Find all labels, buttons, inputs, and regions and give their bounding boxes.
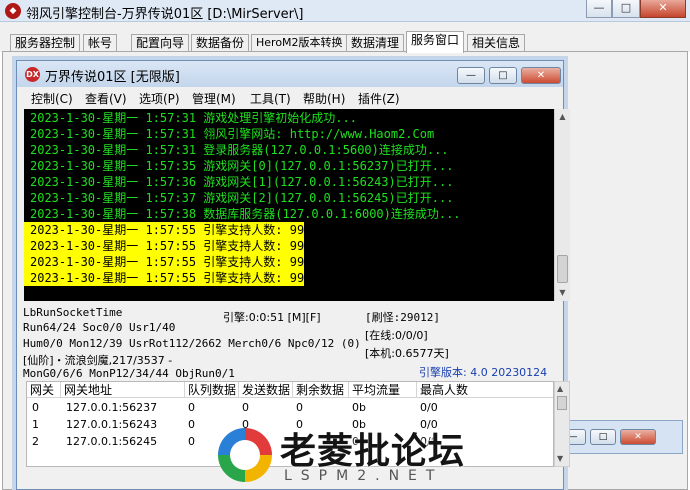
watermark-logo-icon (218, 428, 272, 482)
log-line: 2023-1-30-星期一 1:57:31 翎风引擎网站: http://www… (30, 127, 435, 141)
cell-remain: 0 (296, 401, 303, 414)
tab-herom2-convert[interactable]: HeroM2版本转换 (251, 34, 348, 52)
local-uptime: [本机:0.6577天] (365, 347, 449, 360)
cell-avg-traffic: 0b (352, 401, 366, 414)
menu-manage[interactable]: 管理(M) (192, 90, 236, 107)
tab-service-window[interactable]: 服务窗口 (406, 31, 465, 53)
log-line: 2023-1-30-星期一 1:57:31 游戏处理引擎初始化成功... (30, 111, 357, 125)
cell-queue: 0 (188, 435, 195, 448)
tab-config-wizard[interactable]: 配置向导 (131, 34, 190, 52)
log-line: 2023-1-30-星期一 1:57:38 数据库服务器(127.0.0.1:6… (30, 207, 461, 221)
log-line-highlighted: 2023-1-30-星期一 1:57:55 引擎支持人数: 99 (24, 238, 305, 254)
watermark-subtitle: LSPM2.NET (284, 468, 444, 484)
engine-time: 引擎:0:0:51 [M][F] (223, 311, 321, 324)
bg-window-close-button[interactable]: ✕ (620, 429, 656, 445)
server-minimize-button[interactable]: — (457, 67, 485, 84)
main-tab-bar: 服务器控制 帐号 配置向导 数据备份 HeroM2版本转换 数据清理 服务窗口 … (0, 22, 690, 53)
menu-tools[interactable]: 工具(T) (250, 90, 291, 107)
app-logo-icon: ◆ (5, 3, 21, 19)
mon-stats: MonG0/6/6 MonP12/34/44 ObjRun0/1 (23, 367, 235, 380)
bg-window-maximize-button[interactable]: □ (590, 429, 616, 445)
app-title: 翎风引擎控制台-万界传说01区 [D:\MirServer\] (26, 7, 304, 22)
cell-gateway: 0 (32, 401, 39, 414)
cell-address: 127.0.0.1:56243 (66, 418, 158, 431)
log-line: 2023-1-30-星期一 1:57:36 游戏网关[1](127.0.0.1:… (30, 175, 454, 189)
col-header-remain[interactable]: 剩余数据 (293, 382, 349, 398)
log-line: 2023-1-30-星期一 1:57:37 游戏网关[2](127.0.0.1:… (30, 191, 454, 205)
col-header-max-users[interactable]: 最高人数 (417, 382, 553, 398)
menu-bar: 控制(C) 查看(V) 选项(P) 管理(M) 工具(T) 帮助(H) 插件(Z… (17, 88, 563, 108)
cell-address: 127.0.0.1:56245 (66, 435, 158, 448)
log-line-highlighted: 2023-1-30-星期一 1:57:55 引擎支持人数: 99 (24, 270, 305, 286)
menu-help[interactable]: 帮助(H) (303, 90, 345, 107)
watermark-title: 老菱批论坛 (280, 431, 466, 472)
hum-stats: Hum0/0 Mon12/39 UsrRot112/2662 Merch0/6 … (23, 337, 361, 350)
log-line-highlighted: 2023-1-30-星期一 1:57:55 引擎支持人数: 99 (24, 254, 305, 270)
tab-server-control[interactable]: 服务器控制 (10, 34, 81, 52)
close-button[interactable]: ✕ (640, 0, 686, 18)
log-line-highlighted: 2023-1-30-星期一 1:57:55 引擎支持人数: 99 (24, 222, 305, 238)
col-header-address[interactable]: 网关地址 (61, 382, 185, 398)
tab-data-backup[interactable]: 数据备份 (191, 34, 250, 52)
server-window-titlebar: DX 万界传说01区 [无限版] — □ ✕ (17, 61, 563, 87)
scroll-up-icon[interactable]: ▲ (557, 384, 563, 393)
menu-view[interactable]: 查看(V) (85, 90, 127, 107)
dx-logo-icon: DX (25, 67, 40, 82)
cell-queue: 0 (188, 418, 195, 431)
menu-plugins[interactable]: 插件(Z) (358, 90, 400, 107)
tab-related-info[interactable]: 相关信息 (467, 34, 526, 52)
scroll-thumb[interactable] (557, 255, 568, 283)
menu-control[interactable]: 控制(C) (31, 90, 73, 107)
col-header-gateway[interactable]: 网关 (27, 382, 61, 398)
cell-gateway: 1 (32, 418, 39, 431)
tab-data-cleanup[interactable]: 数据清理 (346, 34, 405, 52)
cell-max-users: 0/0 (420, 401, 438, 414)
tab-account[interactable]: 帐号 (83, 34, 118, 52)
server-window-title: 万界传说01区 [无限版] (45, 70, 180, 85)
scroll-down-icon[interactable]: ▼ (557, 454, 563, 463)
refresh-count: [刷怪:29012] (365, 311, 440, 324)
engine-version: 引擎版本: 4.0 20230124 (419, 366, 548, 379)
server-maximize-button[interactable]: □ (489, 67, 517, 84)
minimize-button[interactable]: — (586, 0, 612, 18)
log-console[interactable]: 2023-1-30-星期一 1:57:31 游戏处理引擎初始化成功... 202… (24, 109, 554, 301)
menu-options[interactable]: 选项(P) (139, 90, 180, 107)
cell-gateway: 2 (32, 435, 39, 448)
log-line: 2023-1-30-星期一 1:57:31 登录服务器(127.0.0.1:56… (30, 143, 449, 157)
run-stats: Run64/24 Soc0/0 Usr1/40 (23, 321, 176, 334)
col-header-queue[interactable]: 队列数据 (185, 382, 239, 398)
cell-send: 0 (242, 401, 249, 414)
cell-queue: 0 (188, 401, 195, 414)
scroll-up-icon[interactable]: ▲ (557, 111, 568, 122)
background-window: — □ ✕ (555, 420, 683, 454)
online-count: [在线:0/0/0] (365, 329, 428, 342)
col-header-send[interactable]: 发送数据 (239, 382, 293, 398)
maximize-button[interactable]: □ (612, 0, 640, 18)
scroll-thumb[interactable] (557, 396, 567, 410)
app-titlebar: ◆ 翎风引擎控制台-万界传说01区 [D:\MirServer\] — □ ✕ (0, 0, 690, 22)
cell-address: 127.0.0.1:56237 (66, 401, 158, 414)
server-close-button[interactable]: ✕ (521, 67, 561, 84)
socket-time-label: LbRunSocketTime (23, 306, 123, 319)
scroll-down-icon[interactable]: ▼ (557, 287, 568, 298)
col-header-avg-traffic[interactable]: 平均流量 (349, 382, 417, 398)
log-line: 2023-1-30-星期一 1:57:35 游戏网关[0](127.0.0.1:… (30, 159, 454, 173)
gateway-table-scrollbar[interactable]: ▲ ▼ (554, 381, 570, 467)
xian-info: [仙阶]・流浪剑魔,217/3537 - (23, 354, 173, 367)
log-scrollbar[interactable]: ▲ ▼ (554, 109, 570, 301)
forum-watermark: 老菱批论坛 LSPM2.NET (218, 422, 488, 488)
